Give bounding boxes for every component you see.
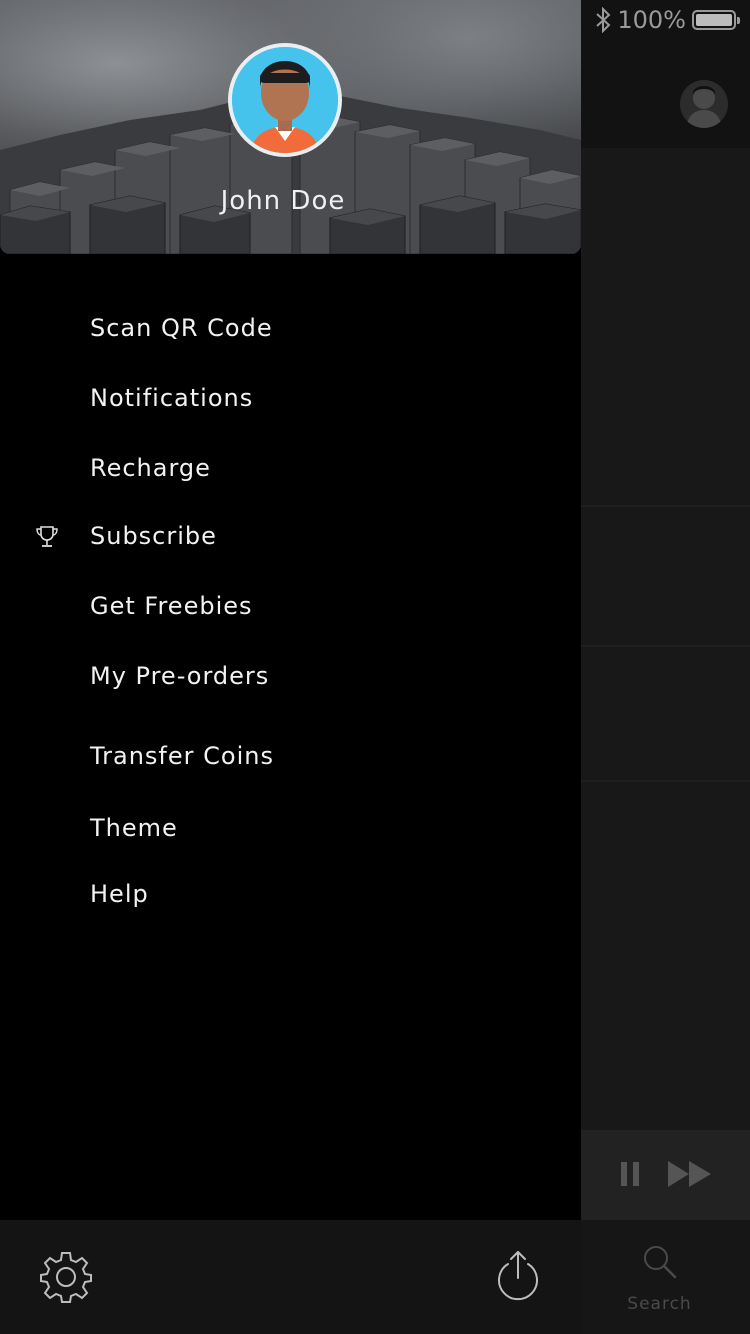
search-icon[interactable] bbox=[642, 1244, 678, 1280]
menu-item-scan-qr-code[interactable]: Scan QR Code bbox=[0, 302, 581, 362]
drawer-footer bbox=[0, 1220, 581, 1334]
pause-icon[interactable] bbox=[619, 1160, 643, 1188]
profile-avatar[interactable] bbox=[228, 43, 342, 157]
settings-button[interactable] bbox=[38, 1249, 94, 1305]
logout-button[interactable] bbox=[490, 1250, 546, 1306]
menu-item-label: My Pre-orders bbox=[90, 662, 270, 690]
battery-icon bbox=[692, 10, 740, 30]
power-icon bbox=[498, 1251, 538, 1301]
search-tab-label[interactable]: Search bbox=[581, 1294, 738, 1314]
menu-item-label: Notifications bbox=[90, 384, 254, 412]
mini-player bbox=[581, 1130, 750, 1220]
bluetooth-icon bbox=[596, 7, 611, 33]
menu-item-get-freebies[interactable]: Get Freebies bbox=[0, 580, 581, 640]
background-divider bbox=[581, 780, 750, 782]
menu-item-label: Subscribe bbox=[90, 522, 217, 550]
menu-item-notifications[interactable]: Notifications bbox=[0, 372, 581, 432]
menu-item-label: Scan QR Code bbox=[90, 314, 273, 342]
menu-item-subscribe[interactable]: Subscribe bbox=[0, 510, 581, 570]
profile-name: John Doe bbox=[220, 186, 346, 216]
user-avatar-icon bbox=[232, 47, 338, 153]
menu-item-label: Recharge bbox=[90, 454, 211, 482]
background-profile-avatar[interactable] bbox=[680, 80, 728, 128]
battery-percentage: 100% bbox=[617, 6, 686, 34]
menu-item-recharge[interactable]: Recharge bbox=[0, 442, 581, 502]
menu-item-label: Get Freebies bbox=[90, 592, 253, 620]
menu-item-transfer-coins[interactable]: Transfer Coins bbox=[0, 730, 581, 790]
menu-item-help[interactable]: Help bbox=[0, 868, 581, 928]
profile-header: John Doe bbox=[0, 0, 581, 254]
menu-item-label: Transfer Coins bbox=[90, 742, 274, 770]
background-app: Search bbox=[581, 0, 750, 1334]
fast-forward-icon[interactable] bbox=[667, 1160, 713, 1188]
gear-icon bbox=[40, 1252, 92, 1303]
menu-item-label: Theme bbox=[90, 814, 178, 842]
bottom-nav bbox=[581, 1220, 750, 1334]
background-divider bbox=[581, 505, 750, 507]
background-divider bbox=[581, 645, 750, 647]
user-avatar-icon bbox=[686, 86, 722, 128]
navigation-drawer: John Doe Scan QR Code Notifications Rech… bbox=[0, 0, 581, 1334]
status-bar: 100% bbox=[595, 6, 740, 34]
menu-item-label: Help bbox=[90, 880, 149, 908]
menu-item-theme[interactable]: Theme bbox=[0, 802, 581, 862]
trophy-icon bbox=[36, 526, 58, 547]
menu-item-my-pre-orders[interactable]: My Pre-orders bbox=[0, 650, 581, 710]
